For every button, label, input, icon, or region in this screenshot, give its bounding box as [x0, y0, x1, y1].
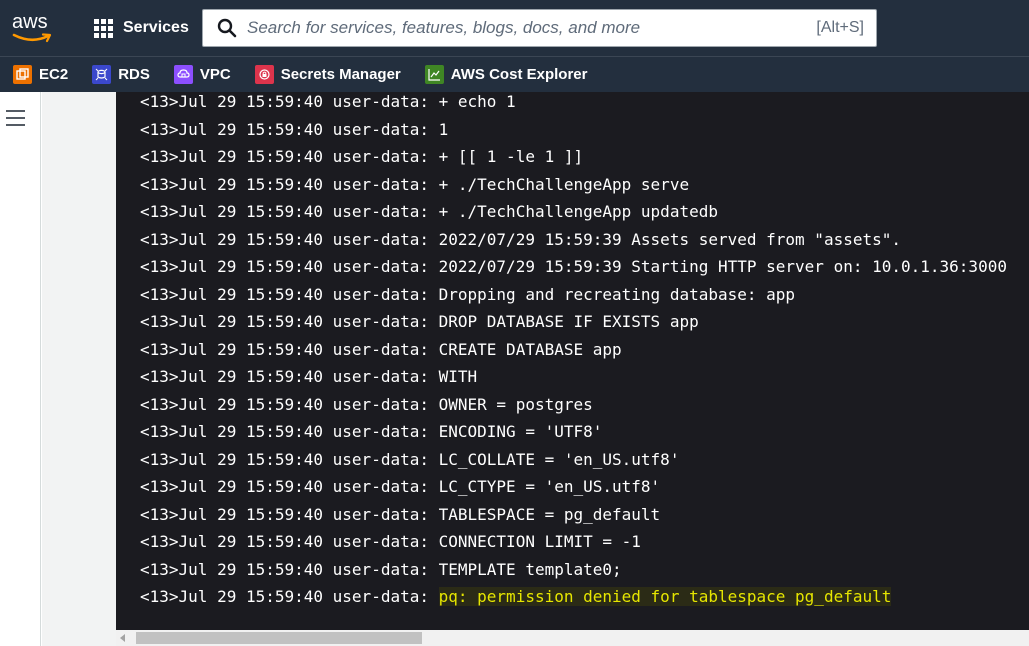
log-line: <13>Jul 29 15:59:40 user-data: OWNER = p…: [140, 391, 1007, 419]
log-line: <13>Jul 29 15:59:40 user-data: CONNECTIO…: [140, 528, 1007, 556]
log-line-message: LC_CTYPE = 'en_US.utf8': [438, 477, 661, 496]
log-line-message: TABLESPACE = pg_default: [438, 504, 661, 524]
log-line-message: WITH: [438, 367, 478, 386]
log-line-prefix: <13>Jul 29 15:59:40 user-data:: [140, 92, 439, 111]
log-line: <13>Jul 29 15:59:40 user-data: 1: [140, 116, 1007, 144]
log-line-prefix: <13>Jul 29 15:59:40 user-data:: [140, 312, 439, 331]
vpc-icon: [173, 65, 193, 84]
log-line: <13>Jul 29 15:59:40 user-data: pq: permi…: [140, 583, 1007, 611]
system-log-output[interactable]: <13>Jul 29 15:59:40 user-data: + echo 1 <…: [116, 92, 1029, 630]
log-line: <13>Jul 29 15:59:40 user-data: + [[ 1 -l…: [140, 143, 1007, 171]
log-line-prefix: <13>Jul 29 15:59:40 user-data:: [140, 477, 439, 496]
log-line-message: + ./TechChallengeApp serve: [438, 174, 690, 194]
favorite-secrets-manager[interactable]: Secrets Manager: [254, 65, 401, 84]
content-gutter: [42, 92, 116, 646]
log-line-prefix: <13>Jul 29 15:59:40 user-data:: [140, 174, 439, 194]
log-line-prefix: <13>Jul 29 15:59:40 user-data:: [140, 339, 439, 359]
log-line-prefix: <13>Jul 29 15:59:40 user-data:: [140, 367, 439, 386]
secrets-manager-icon: [254, 65, 274, 84]
services-menu-button[interactable]: Services: [94, 14, 189, 42]
aws-logo-text: aws: [12, 11, 48, 33]
log-line-message: CREATE DATABASE app: [438, 339, 622, 359]
log-line-message: DROP DATABASE IF EXISTS app: [438, 312, 699, 331]
aws-smile-icon: [12, 33, 52, 43]
log-line: <13>Jul 29 15:59:40 user-data: Dropping …: [140, 281, 1007, 309]
log-line: <13>Jul 29 15:59:40 user-data: TABLESPAC…: [140, 501, 1007, 529]
log-line-prefix: <13>Jul 29 15:59:40 user-data:: [140, 559, 439, 579]
log-line-prefix: <13>Jul 29 15:59:40 user-data:: [140, 422, 439, 441]
favorite-rds[interactable]: RDS: [92, 65, 150, 84]
search-bar[interactable]: [Alt+S]: [202, 9, 877, 47]
log-line-message: TEMPLATE template0;: [438, 559, 622, 579]
scrollbar-thumb[interactable]: [136, 632, 422, 644]
favorite-aws-cost-explorer[interactable]: AWS Cost Explorer: [424, 65, 588, 84]
favorite-label: RDS: [118, 66, 150, 83]
search-shortcut-hint: [Alt+S]: [816, 19, 864, 36]
log-line-prefix: <13>Jul 29 15:59:40 user-data:: [140, 257, 439, 276]
log-line-message: OWNER = postgres: [438, 394, 593, 414]
log-line-message: 2022/07/29 15:59:39 Starting HTTP server…: [438, 257, 1007, 276]
log-line: <13>Jul 29 15:59:40 user-data: LC_CTYPE …: [140, 473, 1007, 501]
grid-icon: [94, 18, 113, 38]
log-line: <13>Jul 29 15:59:40 user-data: TEMPLATE …: [140, 556, 1007, 584]
horizontal-scrollbar[interactable]: [116, 630, 1029, 646]
favorite-label: AWS Cost Explorer: [450, 66, 588, 83]
log-line-prefix: <13>Jul 29 15:59:40 user-data:: [140, 147, 439, 166]
top-navigation-bar: aws Services [Alt+S]: [0, 0, 1029, 56]
log-line-prefix: <13>Jul 29 15:59:40 user-data:: [140, 532, 439, 551]
log-line-prefix: <13>Jul 29 15:59:40 user-data:: [140, 284, 439, 304]
scroll-left-arrow-icon[interactable]: [120, 634, 125, 642]
log-line-message: + [[ 1 -le 1 ]]: [438, 147, 584, 166]
favorite-ec2[interactable]: EC2: [13, 65, 68, 84]
log-line: <13>Jul 29 15:59:40 user-data: 2022/07/2…: [140, 253, 1007, 281]
log-line-message: + ./TechChallengeApp updatedb: [438, 202, 718, 221]
log-line: <13>Jul 29 15:59:40 user-data: CREATE DA…: [140, 336, 1007, 364]
log-line-message: CONNECTION LIMIT = -1: [438, 532, 641, 551]
log-line-prefix: <13>Jul 29 15:59:40 user-data:: [140, 394, 439, 414]
log-line: <13>Jul 29 15:59:40 user-data: WITH: [140, 363, 1007, 391]
services-label: Services: [123, 19, 189, 36]
menu-icon[interactable]: [6, 110, 25, 126]
log-line-message: 2022/07/29 15:59:39 Assets served from "…: [438, 229, 901, 249]
favorites-bar: EC2 RDS VPC Secrets Manager AWS Cost Exp…: [0, 56, 1029, 92]
log-line-prefix: <13>Jul 29 15:59:40 user-data:: [140, 119, 439, 139]
log-lines: <13>Jul 29 15:59:40 user-data: + echo 1 <…: [140, 92, 1007, 611]
log-line-error-message: pq: permission denied for tablespace pg_…: [438, 587, 892, 606]
favorite-label: Secrets Manager: [280, 66, 401, 83]
favorite-vpc[interactable]: VPC: [173, 65, 231, 84]
ec2-icon: [13, 65, 32, 84]
log-line: <13>Jul 29 15:59:40 user-data: ENCODING …: [140, 418, 1007, 446]
side-navigation: [0, 92, 41, 646]
log-line: <13>Jul 29 15:59:40 user-data: DROP DATA…: [140, 308, 1007, 336]
log-line-message: LC_COLLATE = 'en_US.utf8': [438, 449, 680, 469]
log-line-message: + echo 1: [438, 92, 516, 111]
log-line: <13>Jul 29 15:59:40 user-data: LC_COLLAT…: [140, 446, 1007, 474]
log-line-prefix: <13>Jul 29 15:59:40 user-data:: [140, 504, 439, 524]
log-line-prefix: <13>Jul 29 15:59:40 user-data:: [140, 229, 439, 249]
log-line-prefix: <13>Jul 29 15:59:40 user-data:: [140, 587, 439, 606]
cost-explorer-icon: [424, 65, 444, 84]
log-line-message: ENCODING = 'UTF8': [438, 422, 603, 441]
log-line-prefix: <13>Jul 29 15:59:40 user-data:: [140, 449, 439, 469]
log-line: <13>Jul 29 15:59:40 user-data: + ./TechC…: [140, 198, 1007, 226]
log-line: <13>Jul 29 15:59:40 user-data: + ./TechC…: [140, 171, 1007, 199]
log-line: <13>Jul 29 15:59:40 user-data: 2022/07/2…: [140, 226, 1007, 254]
favorite-label: EC2: [39, 66, 69, 83]
aws-logo[interactable]: aws: [12, 12, 56, 44]
log-line-message: 1: [438, 119, 449, 139]
search-icon: [217, 18, 237, 38]
rds-icon: [92, 65, 112, 84]
log-line-message: Dropping and recreating database: app: [438, 284, 796, 304]
log-line-prefix: <13>Jul 29 15:59:40 user-data:: [140, 202, 439, 221]
log-line: <13>Jul 29 15:59:40 user-data: + echo 1: [140, 92, 1007, 116]
favorite-label: VPC: [199, 66, 231, 83]
search-input[interactable]: [247, 18, 817, 38]
